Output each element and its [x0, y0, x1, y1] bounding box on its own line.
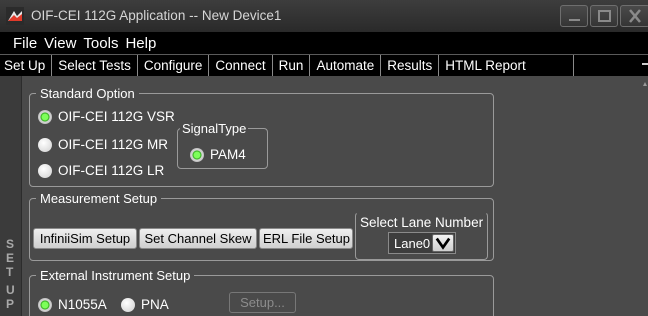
signal-type-legend: SignalType — [182, 121, 247, 136]
radio-lr-label: OIF-CEI 112G LR — [58, 163, 165, 178]
tab-configure[interactable]: Configure — [138, 55, 210, 77]
set-channel-skew-button[interactable]: Set Channel Skew — [139, 228, 257, 249]
close-icon — [629, 9, 641, 23]
tab-bar: Set Up Select Tests Configure Connect Ru… — [0, 54, 648, 77]
chevron-down-icon — [435, 237, 451, 250]
menu-tools[interactable]: Tools — [83, 35, 118, 52]
tab-select-tests[interactable]: Select Tests — [52, 55, 138, 77]
side-letter: T — [6, 265, 14, 279]
setup-side-tab[interactable]: S E T U P — [0, 76, 22, 316]
side-letter: E — [6, 251, 15, 265]
tab-results[interactable]: Results — [381, 55, 440, 77]
vertical-scrollbar[interactable] — [642, 76, 648, 316]
radio-unselected-icon — [38, 163, 52, 178]
radio-n1055a-label: N1055A — [58, 297, 107, 312]
radio-pna-label: PNA — [141, 297, 169, 312]
radio-unselected-icon — [38, 137, 52, 152]
side-letter: U — [6, 283, 15, 297]
radio-mr[interactable]: OIF-CEI 112G MR — [38, 137, 168, 152]
lane-dropdown-button[interactable] — [432, 234, 454, 252]
menu-view[interactable]: View — [44, 35, 76, 52]
radio-selected-icon — [38, 109, 52, 124]
radio-pam4[interactable]: PAM4 — [190, 147, 246, 162]
app-logo-icon — [6, 7, 24, 25]
tab-connect[interactable]: Connect — [209, 55, 273, 77]
tab-overflow-indicator — [642, 63, 648, 65]
erl-file-setup-button[interactable]: ERL File Setup — [259, 228, 353, 249]
tab-set-up[interactable]: Set Up — [0, 55, 53, 77]
title-bar: OIF-CEI 112G Application -- New Device1 — [0, 0, 648, 32]
external-instrument-legend: External Instrument Setup — [40, 268, 191, 283]
instrument-setup-button[interactable]: Setup... — [229, 292, 296, 313]
radio-unselected-icon — [121, 297, 135, 312]
infiniisim-setup-button[interactable]: InfiniiSim Setup — [33, 228, 137, 249]
maximize-icon — [598, 10, 611, 22]
standard-option-legend: Standard Option — [40, 86, 135, 101]
radio-n1055a[interactable]: N1055A — [38, 297, 107, 312]
minimize-button[interactable] — [560, 5, 588, 27]
tab-automate[interactable]: Automate — [310, 55, 382, 77]
radio-lr[interactable]: OIF-CEI 112G LR — [38, 163, 164, 178]
radio-pam4-label: PAM4 — [210, 147, 246, 162]
maximize-button[interactable] — [590, 5, 618, 27]
radio-vsr-label: OIF-CEI 112G VSR — [58, 109, 175, 124]
radio-selected-icon — [190, 147, 204, 162]
menu-help[interactable]: Help — [125, 35, 156, 52]
select-lane-label: Select Lane Number — [360, 215, 484, 230]
menu-bar: File View Tools Help — [0, 32, 648, 54]
window-title: OIF-CEI 112G Application -- New Device1 — [31, 8, 282, 23]
tab-html-report[interactable]: HTML Report — [439, 55, 574, 77]
side-letter: P — [6, 297, 15, 311]
radio-vsr[interactable]: OIF-CEI 112G VSR — [38, 109, 175, 124]
radio-pna[interactable]: PNA — [121, 297, 169, 312]
side-letter: S — [6, 237, 15, 251]
measurement-setup-legend: Measurement Setup — [40, 191, 158, 206]
lane-select[interactable]: Lane0 — [388, 232, 456, 254]
scroll-up-icon[interactable] — [643, 82, 647, 86]
tab-run[interactable]: Run — [273, 55, 311, 77]
radio-mr-label: OIF-CEI 112G MR — [58, 137, 169, 152]
close-button[interactable] — [620, 5, 648, 27]
radio-selected-icon — [38, 297, 52, 312]
menu-file[interactable]: File — [13, 35, 37, 52]
minimize-icon — [569, 19, 580, 21]
lane-value: Lane0 — [394, 235, 431, 251]
